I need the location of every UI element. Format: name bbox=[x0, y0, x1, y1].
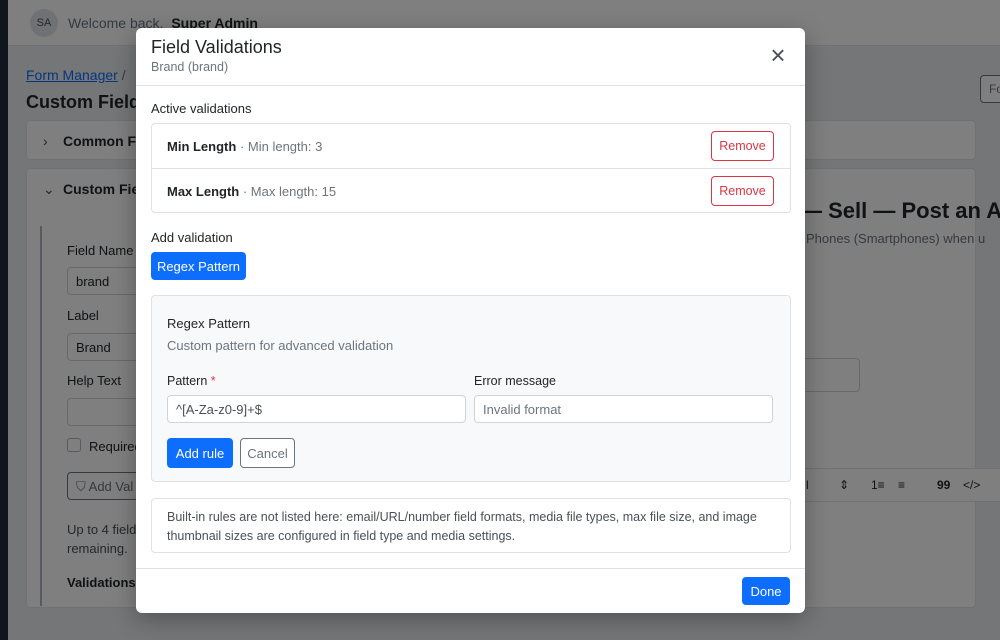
validation-title: Max Length bbox=[167, 184, 240, 199]
done-button[interactable]: Done bbox=[742, 577, 790, 605]
remove-min-length-button[interactable]: Remove bbox=[711, 131, 774, 161]
active-validations-list: Min Length · Min length: 3 Remove Max Le… bbox=[151, 123, 791, 213]
modal-header: Field Validations Brand (brand) × bbox=[136, 28, 805, 86]
rule-card-description: Custom pattern for advanced validation bbox=[167, 338, 394, 353]
validation-row: Max Length · Max length: 15 Remove bbox=[152, 168, 790, 212]
active-validations-label: Active validations bbox=[151, 101, 252, 116]
error-message-input[interactable] bbox=[474, 395, 773, 423]
rule-card-title: Regex Pattern bbox=[167, 316, 251, 331]
add-validation-label: Add validation bbox=[151, 230, 233, 245]
error-message-label: Error message bbox=[474, 374, 556, 388]
regex-rule-card: Regex Pattern Custom pattern for advance… bbox=[151, 295, 791, 482]
pattern-label-text: Pattern bbox=[167, 374, 208, 388]
cancel-button[interactable]: Cancel bbox=[240, 438, 295, 468]
modal-subtitle: Brand (brand) bbox=[151, 60, 229, 74]
validation-row: Min Length · Min length: 3 Remove bbox=[152, 124, 790, 168]
required-asterisk: * bbox=[210, 374, 216, 388]
validation-title: Min Length bbox=[167, 139, 237, 154]
field-validations-modal: Field Validations Brand (brand) × Active… bbox=[136, 28, 805, 613]
validation-description: · Min length: 3 bbox=[239, 139, 323, 154]
pattern-input[interactable] bbox=[167, 395, 466, 423]
modal-title: Field Validations bbox=[151, 37, 282, 57]
add-rule-button[interactable]: Add rule bbox=[167, 438, 233, 468]
pattern-label: Pattern * bbox=[167, 374, 216, 388]
remove-max-length-button[interactable]: Remove bbox=[711, 176, 774, 206]
validation-name: Max Length · Max length: 15 bbox=[167, 184, 336, 199]
validation-name: Min Length · Min length: 3 bbox=[167, 139, 322, 154]
regex-pattern-type-button[interactable]: Regex Pattern bbox=[151, 252, 246, 280]
close-icon[interactable]: × bbox=[766, 42, 790, 68]
validation-description: · Max length: 15 bbox=[242, 184, 337, 199]
built-in-rules-note: Built-in rules are not listed here: emai… bbox=[151, 498, 791, 553]
modal-footer: Done bbox=[136, 568, 805, 613]
